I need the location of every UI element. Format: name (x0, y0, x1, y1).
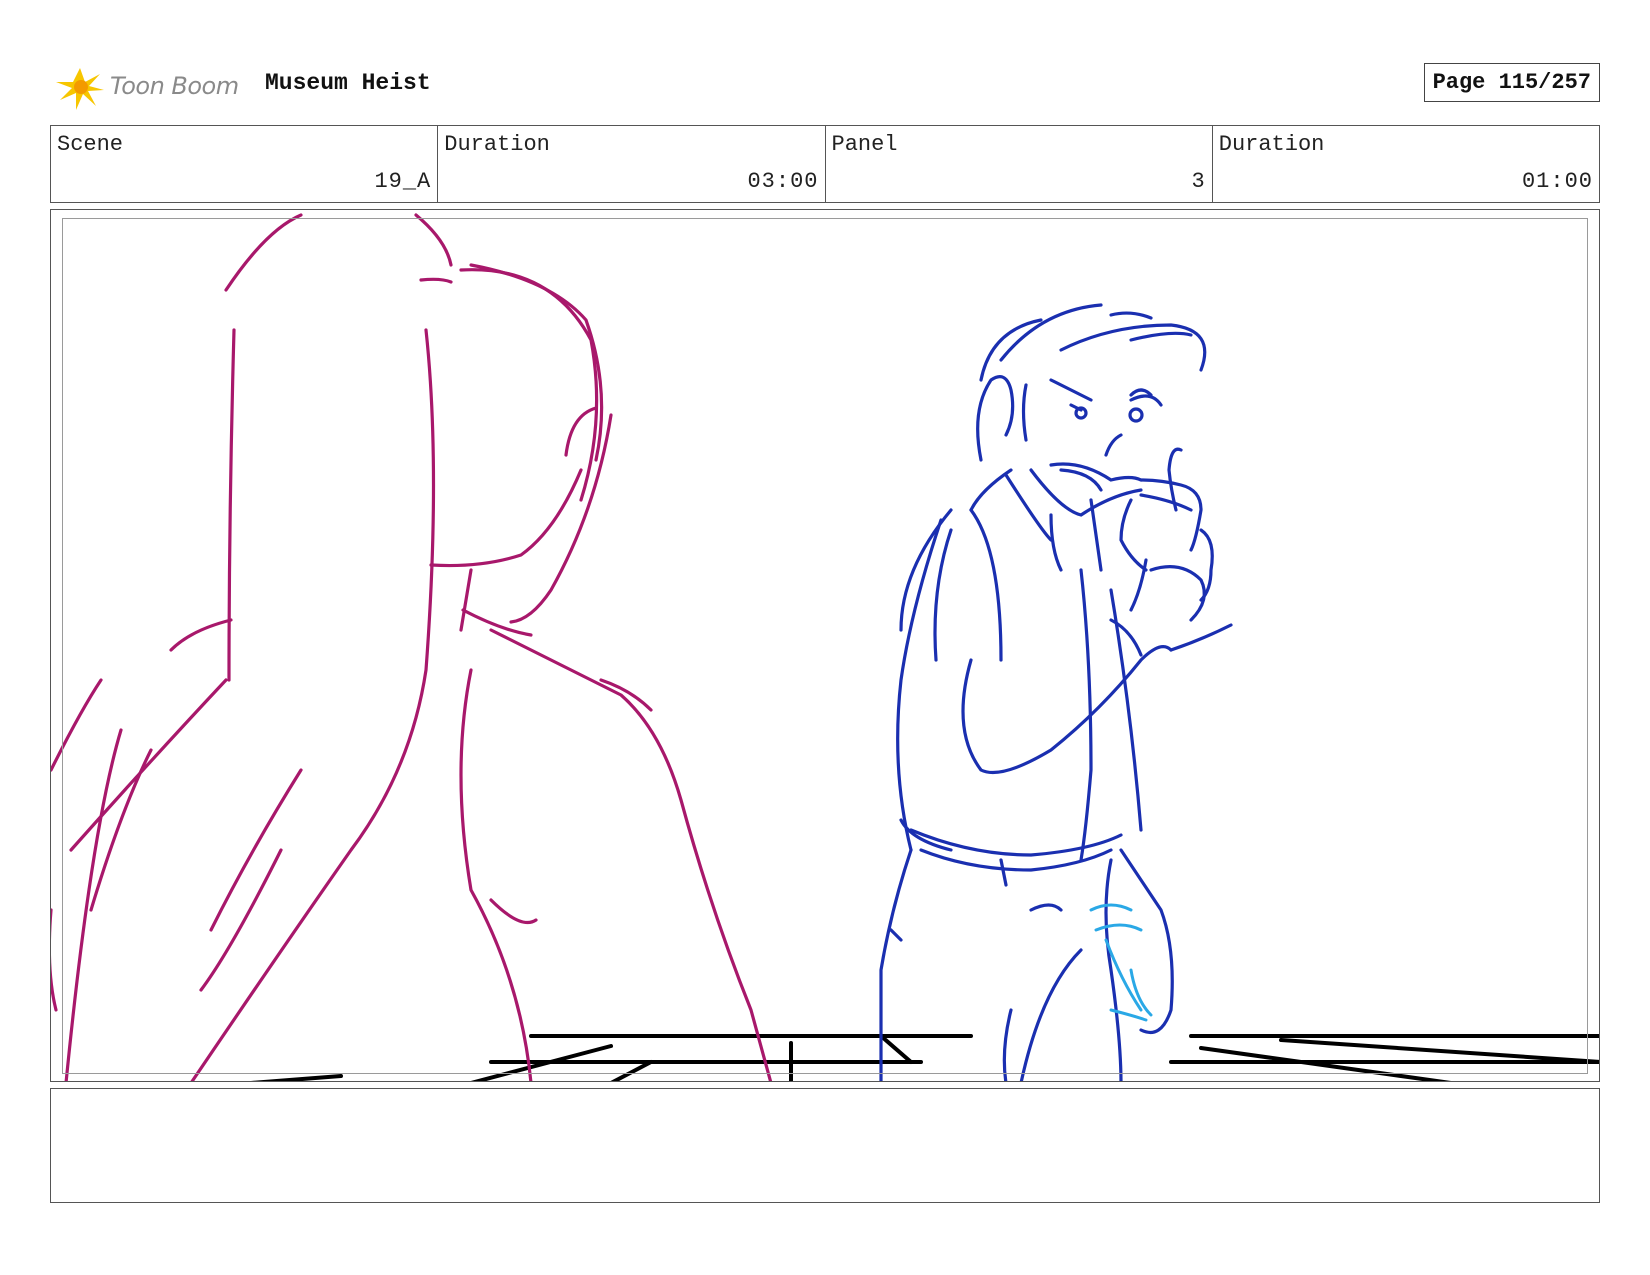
foreground-character-sketch (51, 213, 773, 1081)
logo-text: Toon Boom (110, 72, 239, 100)
scene-label: Scene (57, 132, 124, 157)
panel-cell: Panel 3 (826, 126, 1213, 202)
floor-line (1199, 1046, 1452, 1081)
page-counter: Page 115/257 (1423, 63, 1600, 102)
floor-lines (250, 1034, 1599, 1081)
panel-label: Panel (831, 132, 898, 157)
panel-value: 3 (1191, 169, 1206, 194)
project-title: Museum Heist (265, 70, 431, 96)
header-bar: Toon Boom Museum Heist Page 115/257 (50, 58, 1600, 114)
scene-duration-cell: Duration 03:00 (438, 126, 826, 202)
storyboard-panel[interactable] (50, 209, 1600, 1082)
scene-info-table: Scene 19_A Duration 03:00 Panel 3 Durati… (50, 125, 1600, 203)
background-character-sketch (879, 303, 1233, 1081)
floor-line (250, 1074, 343, 1081)
scene-cell: Scene 19_A (51, 126, 439, 202)
floor-line (1279, 1038, 1599, 1064)
accent-strokes (1089, 903, 1153, 1022)
panel-sketch (51, 213, 1599, 1081)
panel-duration-value: 01:00 (1521, 169, 1593, 194)
scene-value: 19_A (374, 169, 432, 194)
toon-boom-logo: Toon Boom (54, 58, 254, 114)
floor-line (879, 1034, 913, 1064)
panel-duration-cell: Duration 01:00 (1213, 126, 1599, 202)
floor-line (610, 1060, 653, 1081)
scene-duration-label: Duration (444, 132, 550, 157)
starburst-logo-icon (56, 68, 104, 110)
scene-duration-value: 03:00 (747, 169, 819, 194)
panel-duration-label: Duration (1218, 132, 1325, 157)
panel-notes-box[interactable] (50, 1088, 1600, 1203)
